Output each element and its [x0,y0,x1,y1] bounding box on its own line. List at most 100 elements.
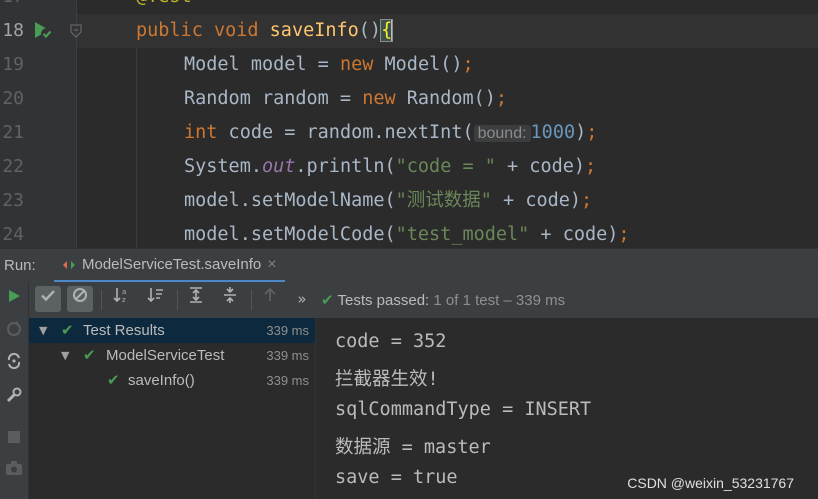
code-line-18: public void saveInfo(){ [136,14,394,48]
type-name: Random [184,88,251,109]
code-editor[interactable]: 17 18 19 20 21 22 23 24 @Test public voi… [0,0,818,248]
passed-check-icon: ✔ [107,371,120,389]
run-tool-window-header: Run: ModelServiceTest.saveInfo × [0,248,818,283]
console-line: save = true [335,467,458,488]
stop-icon[interactable] [3,428,25,450]
keyword: int [184,122,218,143]
tree-node-label: saveInfo() [128,372,195,389]
show-passed-toggle[interactable] [35,286,61,312]
semicolon: ; [495,88,508,109]
run-tab-title: ModelServiceTest.saveInfo [82,256,262,273]
run-label: Run: [4,257,36,274]
line-number: 18 [2,20,24,41]
passed-check-icon: ✔ [61,321,74,339]
wrench-icon[interactable] [3,386,25,408]
chevron-down-icon[interactable]: ▼ [39,318,47,343]
parens: () [358,20,382,41]
keyword: public [136,20,203,41]
semicolon: ; [462,54,474,75]
variable-name: model [250,54,307,75]
code-text: model.setModelCode( [184,224,396,245]
sort-alphabetically-icon[interactable]: az [109,286,135,312]
tree-node-test-method[interactable]: ✔ saveInfo() 339 ms [29,368,315,393]
code-text: .println( [295,156,396,177]
string-literal: "code = " [395,156,496,177]
code-line-22: System.out.println("code = " + code); [184,150,596,184]
close-paren: ) [575,122,587,143]
static-field: out [261,156,296,177]
rerun-failed-icon[interactable] [3,320,25,342]
semicolon: ; [581,190,593,211]
code-line-19: Model model = new Model(); [184,48,474,82]
tree-node-label: ModelServiceTest [106,347,225,364]
junit-diamond-icon [63,261,75,270]
more-actions-icon[interactable]: » [289,286,315,312]
code-line-20: Random random = new Random(); [184,82,507,116]
run-tab[interactable]: ModelServiceTest.saveInfo × [54,249,285,283]
text-caret [391,20,394,42]
chevron-down-icon[interactable]: ▼ [61,343,69,368]
run-test-gutter-icon[interactable] [32,19,54,41]
semicolon: ; [586,122,598,143]
collapse-all-icon[interactable] [217,286,243,312]
console-line: sqlCommandType = INSERT [335,399,592,420]
code-text: model.setModelName( [184,190,396,211]
expand-all-icon[interactable] [183,286,209,312]
indent-guide [136,48,137,248]
test-runner-toolbar: az » ✔ Tests passed: 1 of 1 test – 339 m… [29,282,818,319]
variable-name: random [261,88,329,109]
assign-operator: = [306,54,340,75]
keyword: new [362,88,396,109]
status-count: 1 [433,292,442,309]
line-number: 23 [2,190,24,211]
string-literal: "测试数据" [395,190,492,211]
previous-failed-test-icon[interactable] [257,286,283,312]
watermark: CSDN @weixin_53231767 [627,475,794,491]
show-ignored-toggle[interactable] [67,286,93,312]
semicolon: ; [585,156,597,177]
toolbar-divider [251,290,252,310]
console-output[interactable]: code = 352 拦截器生效! sqlCommandType = INSER… [316,318,818,499]
status-prefix: Tests passed: [337,292,430,309]
keyword: new [339,54,374,75]
console-line: 数据源 = master [335,437,491,458]
parameter-hint: bound: [473,125,531,142]
camera-icon[interactable] [3,460,25,482]
tree-node-label: Test Results [83,322,165,339]
code-text: + code) [495,156,585,177]
status-suffix: of 1 test – 339 ms [445,292,566,309]
sort-by-duration-icon[interactable] [143,286,169,312]
line-number: 21 [2,122,24,143]
code-annotation: @Test [136,0,192,14]
test-status: ✔ Tests passed: 1 of 1 test – 339 ms [321,291,565,309]
toolbar-divider [177,290,178,310]
line-number: 19 [2,54,24,75]
toggle-auto-test-icon[interactable] [3,352,25,374]
duration-label: 339 ms [266,373,309,388]
passed-check-icon: ✔ [83,346,96,364]
console-line: 拦截器生效! [335,369,439,390]
assign-operator: = [328,88,363,109]
duration-label: 339 ms [266,348,309,363]
code-line-21: int code = random.nextInt(bound: 1000); [184,116,597,150]
close-tab-icon[interactable]: × [267,256,276,273]
code-text: + code) [491,190,582,211]
rerun-icon[interactable] [3,288,25,310]
keyword: void [213,20,259,41]
svg-text:a: a [122,288,126,296]
toolbar-divider [101,290,102,310]
code-text: System. [184,156,262,177]
test-results-tree: ▼ ✔ Test Results 339 ms ▼ ✔ ModelService… [29,318,316,499]
code-text: code = random.nextInt( [217,122,474,143]
number-literal: 1000 [530,122,576,143]
tree-node-test-results[interactable]: ▼ ✔ Test Results 339 ms [29,318,315,343]
code-text: + code) [529,224,619,245]
code-line-23: model.setModelName("测试数据" + code); [184,184,592,218]
constructor-call: Model() [373,54,463,75]
svg-text:z: z [122,296,126,304]
fold-icon[interactable] [70,24,82,38]
tree-node-test-class[interactable]: ▼ ✔ ModelServiceTest 339 ms [29,343,315,368]
constructor-call: Random() [395,88,496,109]
passed-check-icon: ✔ [321,291,334,309]
duration-label: 339 ms [266,323,309,338]
